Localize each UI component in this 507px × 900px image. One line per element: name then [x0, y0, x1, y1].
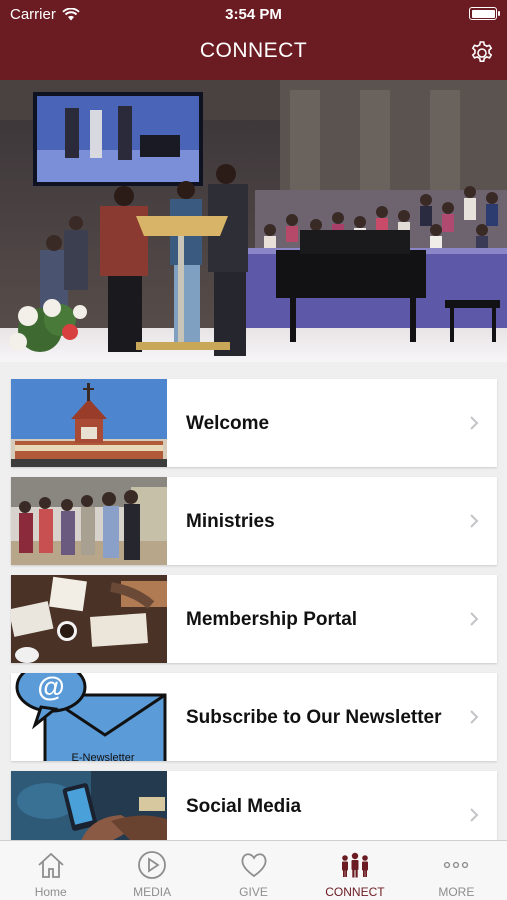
tab-label: GIVE — [239, 885, 268, 899]
page-title: CONNECT — [199, 39, 308, 62]
tab-label: MORE — [438, 885, 475, 899]
status-time: 3:54 PM — [225, 6, 282, 23]
status-bar: Carrier 3:54 PM — [0, 0, 507, 28]
menu-item-social-media[interactable]: Social Media — [11, 771, 497, 841]
tab-label: CONNECT — [325, 885, 385, 899]
people-icon — [341, 852, 368, 878]
church-stage-photo — [0, 80, 507, 362]
at-sign-icon: @ — [37, 673, 64, 702]
home-icon — [38, 852, 64, 878]
menu-item-label: Ministries — [186, 510, 275, 532]
app-header: Carrier 3:54 PM CONNECT — [0, 0, 507, 80]
play-icon — [138, 851, 167, 879]
battery-icon — [469, 7, 500, 20]
menu-item-ministries[interactable]: Ministries — [11, 477, 497, 565]
welcome-thumbnail — [11, 379, 167, 467]
menu-item-welcome[interactable]: Welcome — [11, 379, 497, 467]
ministries-thumbnail — [11, 477, 167, 565]
menu-item-subscribe-newsletter[interactable]: @ E-Newsletter Subscribe to Our Newslett… — [11, 673, 497, 761]
social-media-thumbnail — [11, 771, 167, 841]
newsletter-caption: E-Newsletter — [72, 752, 135, 761]
more-icon — [444, 861, 469, 869]
membership-portal-thumbnail — [11, 575, 167, 663]
menu-item-label: Membership Portal — [186, 608, 358, 630]
menu-item-label: Welcome — [186, 412, 270, 434]
chevron-right-icon — [470, 710, 479, 724]
chevron-right-icon — [470, 514, 479, 528]
heart-icon — [241, 853, 266, 878]
menu-item-label: Social Media — [186, 795, 302, 817]
tab-give[interactable]: GIVE — [203, 841, 304, 900]
tab-bar: Home MEDIA GIVE CONNECT MORE — [0, 840, 507, 900]
tab-home[interactable]: Home — [0, 841, 101, 900]
chevron-right-icon — [470, 808, 479, 822]
tab-connect[interactable]: CONNECT — [304, 841, 405, 900]
tab-more[interactable]: MORE — [406, 841, 507, 900]
tab-media[interactable]: MEDIA — [101, 841, 202, 900]
newsletter-thumbnail: @ E-Newsletter — [11, 673, 167, 761]
tab-label: Home — [34, 885, 67, 899]
chevron-right-icon — [470, 612, 479, 626]
hero-photo — [0, 80, 507, 362]
tab-label: MEDIA — [133, 885, 172, 899]
menu-item-label: Subscribe to Our Newsletter — [186, 706, 442, 728]
menu-item-membership-portal[interactable]: Membership Portal — [11, 575, 497, 663]
chevron-right-icon — [470, 416, 479, 430]
gear-icon[interactable] — [469, 40, 495, 66]
